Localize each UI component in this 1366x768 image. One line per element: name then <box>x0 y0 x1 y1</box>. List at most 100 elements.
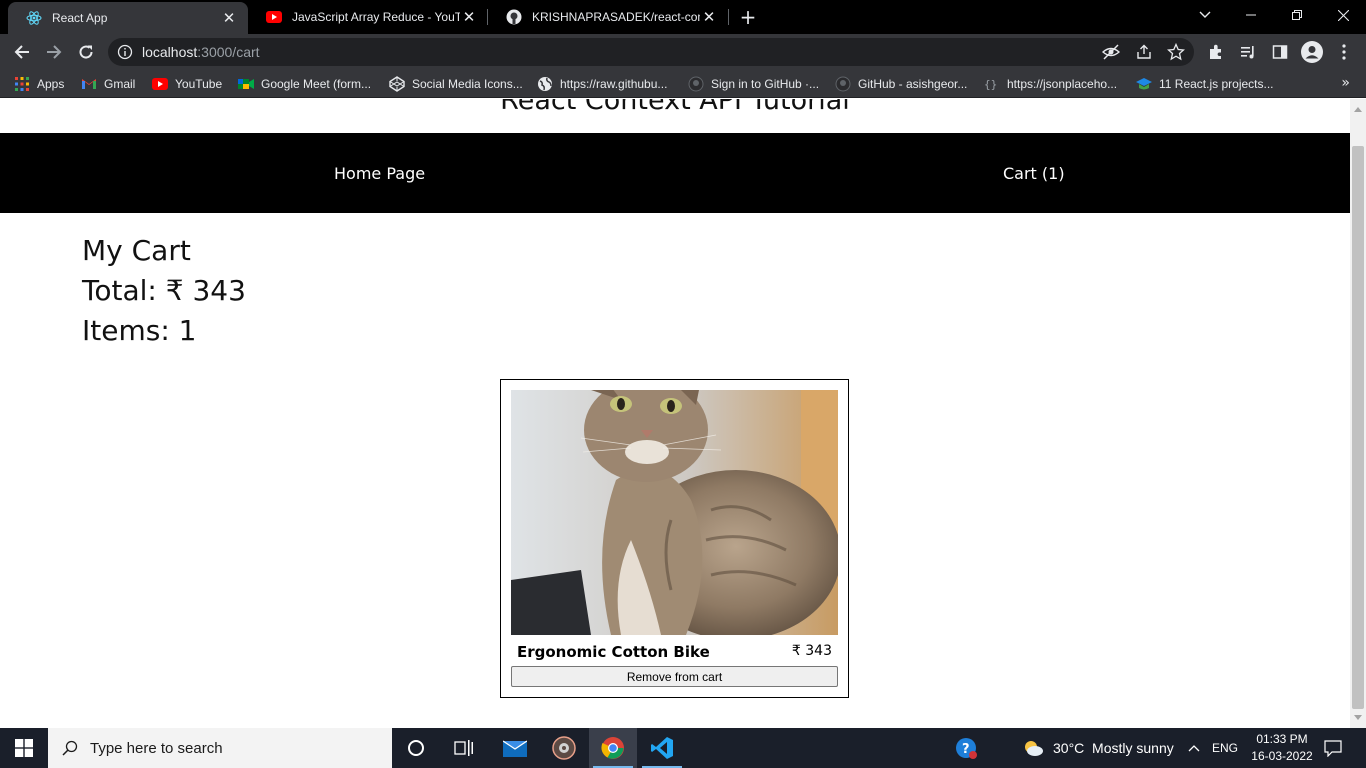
bookmarks-overflow-icon[interactable]: » <box>1341 75 1350 91</box>
bookmark-github-signin[interactable]: Sign in to GitHub ·... <box>688 75 819 93</box>
bookmark-gmail[interactable]: Gmail <box>81 75 135 93</box>
bookmark-label: 11 React.js projects... <box>1159 77 1274 91</box>
new-tab-button[interactable]: + <box>737 6 759 28</box>
svg-text:?: ? <box>962 742 970 757</box>
bookmark-react-projects[interactable]: 11 React.js projects... <box>1136 75 1274 93</box>
restore-icon[interactable] <box>1274 0 1320 30</box>
browser-toolbar: localhost:3000/cart <box>0 34 1366 70</box>
windows-taskbar: Type here to search ? 30°C Mostly sunny … <box>0 728 1366 768</box>
tab-react-app[interactable]: React App ✕ <box>8 2 248 34</box>
github-icon <box>688 76 704 92</box>
scroll-thumb[interactable] <box>1352 146 1364 709</box>
help-notification-icon[interactable]: ? <box>955 728 977 768</box>
back-arrow-icon[interactable] <box>8 38 36 66</box>
bookmark-label: Apps <box>37 77 65 91</box>
profile-avatar-icon[interactable] <box>1298 38 1326 66</box>
tab-github[interactable]: KRISHNAPRASADEK/react-context ✕ <box>488 0 728 34</box>
clock-date: 16-03-2022 <box>1251 749 1313 763</box>
product-card: Ergonomic Cotton Bike ₹ 343 Remove from … <box>500 379 849 698</box>
youtube-icon <box>266 9 282 25</box>
chrome-taskbar-icon[interactable] <box>589 728 637 768</box>
search-icon <box>62 740 78 756</box>
close-tab-icon[interactable]: ✕ <box>700 8 718 26</box>
bookmark-label: Social Media Icons... <box>412 77 523 91</box>
close-window-icon[interactable] <box>1320 0 1366 30</box>
eye-slash-icon[interactable] <box>1101 43 1121 61</box>
tab-title: KRISHNAPRASADEK/react-context <box>532 10 700 24</box>
github-icon <box>506 9 522 25</box>
codepen-icon <box>389 76 405 92</box>
address-bar[interactable]: localhost:3000/cart <box>108 38 1194 66</box>
app-heading: React Context API Tutorial <box>500 99 850 116</box>
remove-from-cart-button[interactable]: Remove from cart <box>511 666 838 687</box>
product-price: ₹ 343 <box>791 643 832 659</box>
url-text: localhost:3000/cart <box>142 44 260 60</box>
bookmark-google-meet[interactable]: Google Meet (form... <box>238 75 371 93</box>
product-image <box>511 390 838 635</box>
share-icon[interactable] <box>1135 43 1153 61</box>
task-view-icon[interactable] <box>440 728 488 768</box>
side-panel-icon[interactable] <box>1266 38 1294 66</box>
gmail-icon <box>81 76 97 92</box>
bookmark-label: YouTube <box>175 77 223 91</box>
close-tab-icon[interactable]: ✕ <box>460 8 478 26</box>
bookmark-label: Sign in to GitHub ·... <box>711 77 820 91</box>
weather-widget[interactable]: 30°C Mostly sunny <box>1022 728 1174 768</box>
menu-kebab-icon[interactable] <box>1330 38 1358 66</box>
bookmark-youtube[interactable]: YouTube <box>152 75 222 93</box>
notification-center-icon[interactable] <box>1324 728 1342 768</box>
cart-title: My Cart <box>82 234 191 267</box>
bookmark-github-asish[interactable]: GitHub - asishgeor... <box>835 75 967 93</box>
star-bookmark-icon[interactable] <box>1166 42 1186 61</box>
site-info-icon[interactable] <box>117 44 133 60</box>
taskbar-search-box[interactable]: Type here to search <box>48 728 392 768</box>
bookmark-raw-github[interactable]: https://raw.githubu... <box>537 75 667 93</box>
tab-search-chevron-icon[interactable] <box>1182 0 1228 30</box>
clock-time: 01:33 PM <box>1256 732 1308 746</box>
bookmark-apps[interactable]: Apps <box>14 75 64 93</box>
forward-arrow-icon[interactable] <box>40 38 68 66</box>
weather-text: 30°C Mostly sunny <box>1053 740 1174 756</box>
extensions-puzzle-icon[interactable] <box>1202 38 1230 66</box>
vscode-icon[interactable] <box>638 728 686 768</box>
bookmark-label: https://raw.githubu... <box>560 77 668 91</box>
minimize-icon[interactable] <box>1228 0 1274 30</box>
bookmark-social-media-icons[interactable]: Social Media Icons... <box>389 75 523 93</box>
sun-cloud-icon <box>1022 739 1044 757</box>
nav-cart-link[interactable]: Cart (1) <box>1003 164 1065 183</box>
windows-start-icon[interactable] <box>0 728 48 768</box>
tab-title: JavaScript Array Reduce - YouTube <box>292 10 460 24</box>
scroll-up-arrow-icon[interactable] <box>1354 107 1362 112</box>
bookmark-label: GitHub - asishgeor... <box>858 77 968 91</box>
apps-grid-icon <box>14 76 30 92</box>
google-meet-icon <box>238 76 254 92</box>
nav-home-link[interactable]: Home Page <box>334 164 425 183</box>
reload-icon[interactable] <box>72 38 100 66</box>
globe-icon <box>537 76 553 92</box>
taskbar-search-placeholder: Type here to search <box>90 739 223 757</box>
tab-title: React App <box>52 11 108 25</box>
github-icon <box>835 76 851 92</box>
product-name: Ergonomic Cotton Bike <box>517 643 710 661</box>
url-host: localhost <box>142 44 198 60</box>
cortana-icon[interactable] <box>392 728 440 768</box>
media-player-icon[interactable] <box>540 728 588 768</box>
close-tab-icon[interactable]: ✕ <box>220 9 238 27</box>
input-language[interactable]: ENG <box>1212 728 1238 768</box>
url-path: :3000/cart <box>197 44 260 60</box>
mail-icon[interactable] <box>491 728 539 768</box>
json-icon: {} <box>984 76 1000 92</box>
bookmark-jsonplaceholder[interactable]: {} https://jsonplaceho... <box>984 75 1117 93</box>
cart-summary: My Cart Total: ₹ 343 Items: 1 <box>82 231 246 351</box>
graduation-cap-icon <box>1136 76 1152 92</box>
scroll-down-arrow-icon[interactable] <box>1354 715 1362 720</box>
bookmarks-bar: Apps Gmail YouTube Google Meet (form... … <box>0 70 1366 98</box>
tab-youtube[interactable]: JavaScript Array Reduce - YouTube ✕ <box>248 0 488 34</box>
page-viewport: React Context API Tutorial Home Page Car… <box>0 99 1350 728</box>
browser-tab-strip: React App ✕ JavaScript Array Reduce - Yo… <box>0 0 1366 34</box>
tray-chevron-up-icon[interactable] <box>1188 728 1200 768</box>
system-clock[interactable]: 01:33 PM 16-03-2022 <box>1246 731 1318 765</box>
cart-total: Total: ₹ 343 <box>82 274 246 307</box>
page-scrollbar[interactable] <box>1350 99 1366 728</box>
media-queue-icon[interactable] <box>1234 38 1262 66</box>
